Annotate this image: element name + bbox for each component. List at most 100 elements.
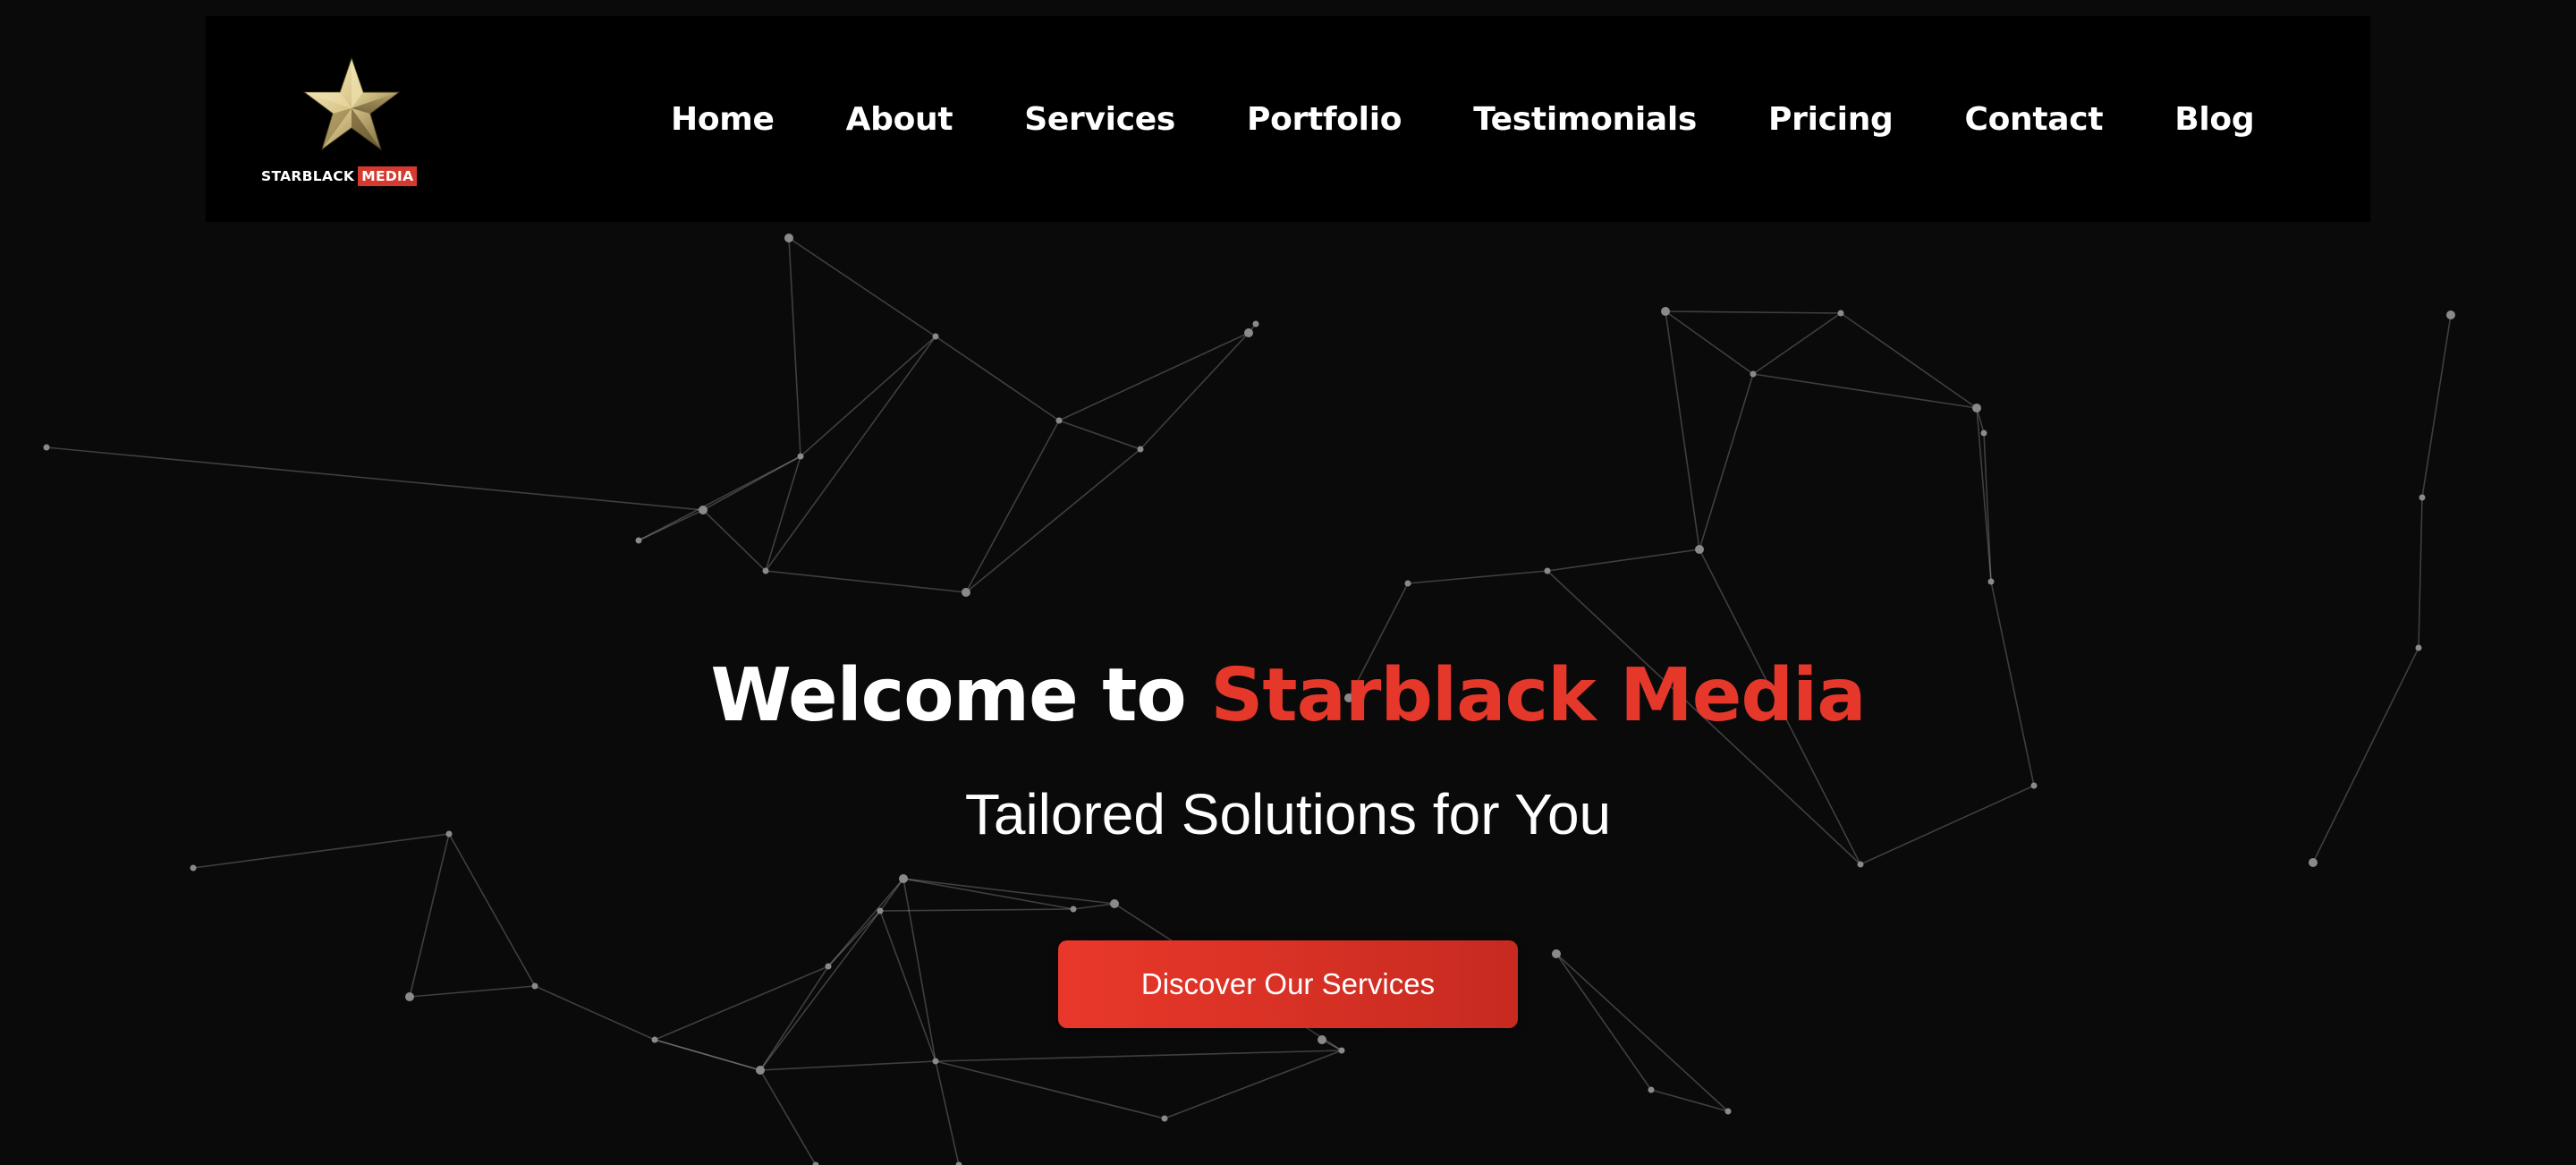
nav-testimonials[interactable]: Testimonials: [1473, 101, 1697, 138]
network-node: [932, 333, 939, 340]
network-node: [932, 1058, 939, 1065]
network-node: [1404, 580, 1411, 587]
nav-contact[interactable]: Contact: [1965, 101, 2104, 138]
network-link: [1407, 570, 1548, 584]
nav-services[interactable]: Services: [1024, 101, 1175, 138]
network-node: [2309, 858, 2318, 867]
network-link: [1752, 312, 1842, 375]
hero-subtitle: Tailored Solutions for You: [964, 782, 1612, 846]
network-link: [2418, 497, 2423, 649]
network-link: [1665, 310, 1700, 550]
network-node: [1161, 1115, 1168, 1122]
network-link: [702, 509, 767, 572]
network-node: [1980, 429, 1987, 437]
nav-home[interactable]: Home: [671, 101, 775, 138]
network-link: [638, 509, 704, 541]
network-link: [638, 455, 801, 541]
network-link: [1555, 953, 1729, 1112]
network-link: [654, 1039, 761, 1071]
network-node: [1972, 404, 1981, 412]
network-node: [531, 982, 538, 990]
network-node: [405, 992, 414, 1001]
network-link: [935, 1060, 960, 1165]
network-link: [1840, 312, 1978, 409]
network-link: [409, 985, 536, 998]
network-node: [1137, 446, 1144, 453]
network-node: [1318, 1035, 1326, 1044]
network-link: [1058, 332, 1250, 421]
network-node: [955, 1161, 962, 1165]
hero-title-prefix: Welcome to: [710, 653, 1211, 738]
network-node: [1648, 1086, 1655, 1093]
network-node: [784, 234, 793, 242]
network-link: [1058, 420, 1141, 450]
network-link: [935, 336, 1060, 421]
brand-wordmark: STARBLACK MEDIA: [261, 166, 418, 187]
network-link: [800, 336, 936, 457]
network-node: [1110, 899, 1119, 908]
network-node: [877, 907, 884, 914]
nav-portfolio[interactable]: Portfolio: [1247, 101, 1402, 138]
gold-star-icon: [302, 56, 401, 151]
network-node: [1244, 328, 1253, 337]
nav-pricing[interactable]: Pricing: [1768, 101, 1894, 138]
network-link: [1752, 373, 1978, 409]
network-node: [2446, 310, 2455, 319]
network-link: [965, 448, 1141, 593]
network-link: [534, 985, 656, 1041]
site-header: STARBLACK MEDIA Home About Services Portf…: [206, 16, 2370, 222]
network-link: [827, 878, 904, 967]
network-link: [788, 237, 936, 337]
network-link: [654, 965, 829, 1041]
network-node: [1055, 417, 1063, 424]
network-node: [1544, 567, 1551, 574]
hero-title-accent: Starblack Media: [1210, 653, 1866, 738]
network-node: [2415, 644, 2422, 651]
network-link: [759, 1060, 936, 1071]
network-node: [756, 1066, 765, 1075]
brand-name-main: STARBLACK: [261, 168, 355, 184]
network-node: [1252, 320, 1259, 327]
network-node: [1987, 578, 1995, 585]
network-link: [788, 237, 801, 457]
network-node: [699, 506, 708, 514]
network-link: [902, 878, 936, 1062]
network-node: [1724, 1108, 1732, 1115]
network-link: [1665, 310, 1754, 375]
network-link: [1699, 373, 1754, 550]
network-node: [1338, 1047, 1345, 1054]
network-node: [1750, 370, 1757, 378]
nav-blog[interactable]: Blog: [2174, 101, 2254, 138]
network-node: [962, 588, 970, 597]
network-link: [879, 910, 936, 1062]
network-node: [1695, 545, 1704, 554]
main-nav: Home About Services Portfolio Testimonia…: [671, 16, 2255, 222]
network-link: [935, 1060, 1165, 1119]
network-node: [1552, 949, 1561, 958]
network-link: [759, 910, 881, 1071]
network-link: [902, 878, 1074, 910]
network-link: [1665, 310, 1842, 314]
network-node: [2419, 494, 2426, 501]
network-node: [651, 1036, 658, 1043]
brand-logo[interactable]: STARBLACK MEDIA: [261, 56, 422, 191]
network-node: [43, 444, 50, 451]
network-link: [448, 833, 536, 987]
network-link: [935, 1050, 1343, 1062]
network-node: [1661, 307, 1670, 316]
network-link: [759, 965, 829, 1071]
network-link: [1555, 953, 1652, 1091]
network-link: [765, 455, 801, 572]
network-link: [1164, 1050, 1343, 1119]
network-link: [409, 833, 450, 998]
network-node: [1070, 906, 1077, 913]
network-link: [1140, 332, 1250, 450]
network-link: [1546, 548, 1700, 572]
nav-about[interactable]: About: [846, 101, 953, 138]
network-link: [902, 878, 1115, 905]
discover-services-button[interactable]: Discover Our Services: [1058, 940, 1518, 1028]
hero-title: Welcome to Starblack Media: [0, 651, 2576, 741]
network-link: [765, 570, 967, 593]
network-node: [1857, 861, 1864, 868]
network-link: [1072, 903, 1115, 910]
